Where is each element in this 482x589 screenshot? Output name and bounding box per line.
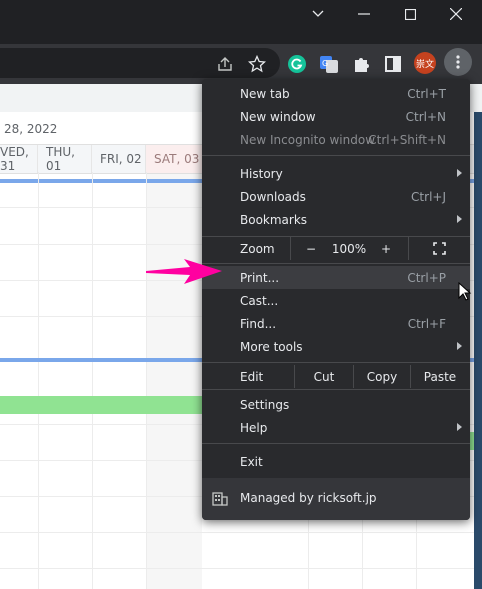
building-icon — [212, 491, 228, 510]
weekend-column — [146, 172, 202, 589]
zoom-level-value: 100% — [331, 241, 367, 256]
menu-item-more-tools[interactable]: More tools — [202, 335, 470, 358]
translate-extension-icon[interactable]: G — [317, 52, 341, 76]
chevron-down-icon[interactable] — [295, 0, 341, 28]
menu-item-bookmarks[interactable]: Bookmarks — [202, 208, 470, 231]
zoom-divider — [408, 237, 409, 260]
menu-item-new-window[interactable]: New window Ctrl+N — [202, 105, 470, 128]
menu-row-zoom: Zoom − 100% + — [202, 237, 470, 260]
address-bar[interactable] — [0, 48, 280, 78]
vertical-scrollbar[interactable] — [474, 112, 482, 589]
menu-item-print[interactable]: Print... Ctrl+P — [202, 266, 470, 289]
zoom-divider — [290, 237, 291, 260]
zoom-out-button[interactable]: − — [300, 237, 322, 260]
calendar-date-label: 28, 2022 — [4, 122, 58, 136]
svg-text:G: G — [322, 59, 328, 68]
fullscreen-icon — [432, 242, 446, 255]
maximize-button[interactable] — [387, 0, 433, 28]
grid-line — [38, 172, 39, 589]
managed-footer[interactable]: Managed by ricksoft.jp — [202, 478, 470, 520]
menu-item-settings[interactable]: Settings — [202, 393, 470, 416]
copy-button[interactable]: Copy — [354, 365, 410, 388]
day-header[interactable]: VED, 31 — [0, 145, 38, 173]
grid-line — [0, 568, 482, 569]
menu-item-help[interactable]: Help — [202, 416, 470, 439]
day-header[interactable]: SAT, 03 — [146, 145, 206, 173]
grid-line — [92, 172, 93, 589]
menu-item-find[interactable]: Find... Ctrl+F — [202, 312, 470, 335]
menu-separator — [202, 263, 470, 264]
submenu-arrow-icon — [457, 342, 462, 350]
menu-separator — [202, 389, 470, 390]
minimize-button[interactable] — [341, 0, 387, 28]
more-options-menu-button[interactable] — [444, 48, 472, 76]
menu-item-new-incognito[interactable]: New Incognito window Ctrl+Shift+N — [202, 128, 470, 151]
zoom-in-button[interactable]: + — [375, 237, 397, 260]
bookmark-star-icon[interactable] — [245, 52, 269, 76]
menu-separator — [202, 155, 470, 156]
mouse-cursor-icon — [458, 282, 472, 301]
close-button[interactable] — [433, 0, 479, 28]
grid-line — [0, 532, 482, 533]
event-bar[interactable] — [0, 396, 204, 414]
submenu-arrow-icon — [457, 215, 462, 223]
day-header[interactable]: THU, 01 — [38, 145, 92, 173]
submenu-arrow-icon — [457, 169, 462, 177]
side-panel-icon[interactable] — [381, 52, 405, 76]
share-icon[interactable] — [213, 52, 237, 76]
menu-item-downloads[interactable]: Downloads Ctrl+J — [202, 185, 470, 208]
submenu-arrow-icon — [457, 423, 462, 431]
puzzle-extensions-icon[interactable] — [349, 52, 373, 76]
browser-toolbar — [0, 44, 482, 84]
kebab-icon — [456, 55, 460, 69]
fullscreen-button[interactable] — [428, 237, 450, 260]
day-header[interactable]: FRI, 02 — [92, 145, 146, 173]
grammarly-extension-icon[interactable] — [285, 52, 309, 76]
browser-main-menu: New tab Ctrl+T New window Ctrl+N New Inc… — [202, 79, 470, 520]
grid-line — [146, 172, 147, 589]
window-titlebar — [0, 0, 482, 44]
annotation-arrow-icon — [146, 259, 222, 284]
managed-label: Managed by ricksoft.jp — [240, 491, 377, 505]
paste-button[interactable]: Paste — [411, 365, 469, 388]
menu-separator — [202, 443, 470, 444]
menu-row-edit: Edit Cut Copy Paste — [202, 365, 470, 388]
profile-avatar[interactable]: 崇文 — [414, 52, 436, 74]
menu-item-history[interactable]: History — [202, 162, 470, 185]
menu-item-exit[interactable]: Exit — [202, 450, 470, 473]
menu-separator — [202, 362, 470, 363]
cut-button[interactable]: Cut — [295, 365, 353, 388]
menu-item-new-tab[interactable]: New tab Ctrl+T — [202, 82, 470, 105]
menu-item-cast[interactable]: Cast... — [202, 289, 470, 312]
